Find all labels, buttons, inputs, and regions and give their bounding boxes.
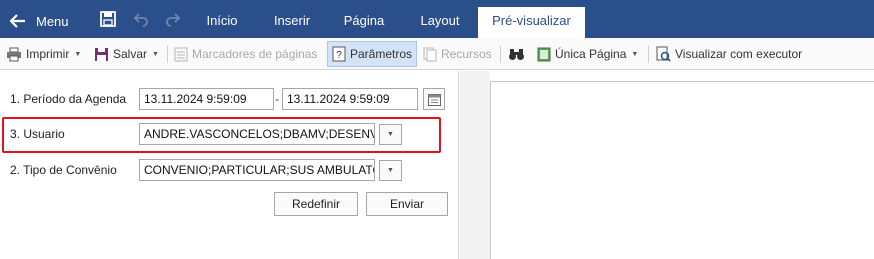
insurance-type-field[interactable]: CONVENIO;PARTICULAR;SUS AMBULATO	[139, 159, 375, 181]
parameters-button[interactable]: ? Parâmetros	[327, 41, 418, 67]
chevron-down-icon: ▼	[631, 50, 639, 58]
preview-area	[460, 71, 490, 259]
preview-page	[490, 81, 874, 259]
parameters-label: Parâmetros	[350, 47, 413, 61]
tab-pre-visualizar[interactable]: Pré-visualizar	[478, 7, 585, 38]
view-with-executor-button[interactable]: Visualizar com executor	[656, 41, 802, 67]
save-label: Salvar	[113, 47, 148, 61]
back-arrow-icon	[10, 14, 25, 28]
agenda-end-field[interactable]: 13.11.2024 9:59:09	[282, 88, 418, 110]
undo-icon[interactable]	[133, 11, 149, 27]
agenda-start-field[interactable]: 13.11.2024 9:59:09	[139, 88, 274, 110]
ribbon-bar: Menu Início Inserir Página Layout Pré-vi…	[0, 0, 874, 38]
toolbar-divider	[500, 46, 501, 63]
reset-button[interactable]: Redefinir	[274, 192, 358, 216]
parameters-panel: 1. Período da Agenda 13.11.2024 9:59:09 …	[0, 71, 459, 259]
chevron-down-icon: ▼	[74, 50, 82, 58]
single-page-label: Única Página	[555, 47, 627, 61]
tab-pagina[interactable]: Página	[334, 7, 394, 38]
user-field[interactable]: ANDRE.VASCONCELOS;DBAMV;DESENV	[139, 123, 375, 145]
toolbar-divider	[167, 46, 168, 63]
dropdown-icon: ▼	[387, 131, 394, 138]
dropdown-icon: ▼	[387, 167, 394, 174]
preview-toolbar: Imprimir ▼ Salvar ▼ Marcadores de página…	[0, 38, 874, 70]
tab-inicio[interactable]: Início	[194, 7, 250, 38]
user-label: 3. Usuario	[10, 127, 65, 141]
chevron-down-icon: ▼	[152, 50, 159, 58]
resources-label: Recursos	[441, 47, 492, 61]
print-button[interactable]: Imprimir ▼	[6, 41, 81, 67]
single-page-icon	[537, 47, 551, 62]
executor-icon	[656, 46, 671, 62]
user-dropdown-button[interactable]: ▼	[379, 124, 402, 145]
insurance-type-label: 2. Tipo de Convênio	[10, 163, 117, 177]
menu-label: Menu	[36, 13, 69, 29]
calendar-button[interactable]	[423, 88, 445, 110]
save-disk-icon[interactable]	[100, 11, 116, 27]
tab-inserir[interactable]: Inserir	[262, 7, 322, 38]
calendar-icon	[427, 93, 441, 106]
redo-icon[interactable]	[165, 11, 181, 27]
printer-icon	[6, 47, 22, 62]
save-button[interactable]: Salvar ▼	[94, 41, 159, 67]
tab-layout[interactable]: Layout	[408, 7, 472, 38]
print-label: Imprimir	[26, 47, 70, 61]
binoculars-icon	[508, 47, 525, 61]
resources-button[interactable]: Recursos	[423, 41, 492, 67]
menu-button[interactable]: Menu	[10, 9, 76, 33]
view-with-executor-label: Visualizar com executor	[675, 47, 803, 61]
insurance-dropdown-button[interactable]: ▼	[379, 160, 402, 181]
bookmarks-icon	[174, 47, 188, 62]
bookmarks-label: Marcadores de páginas	[192, 47, 318, 61]
single-page-button[interactable]: Única Página ▼	[537, 41, 638, 67]
submit-button[interactable]: Enviar	[366, 192, 448, 216]
find-button[interactable]	[508, 41, 529, 67]
toolbar-divider	[648, 46, 649, 63]
save-icon	[94, 47, 109, 62]
agenda-period-label: 1. Período da Agenda	[10, 92, 127, 106]
bookmarks-button[interactable]: Marcadores de páginas	[174, 41, 317, 67]
resources-icon	[423, 47, 437, 62]
range-separator: -	[275, 92, 279, 106]
svg-text:?: ?	[336, 50, 342, 61]
parameters-icon: ?	[332, 46, 346, 62]
